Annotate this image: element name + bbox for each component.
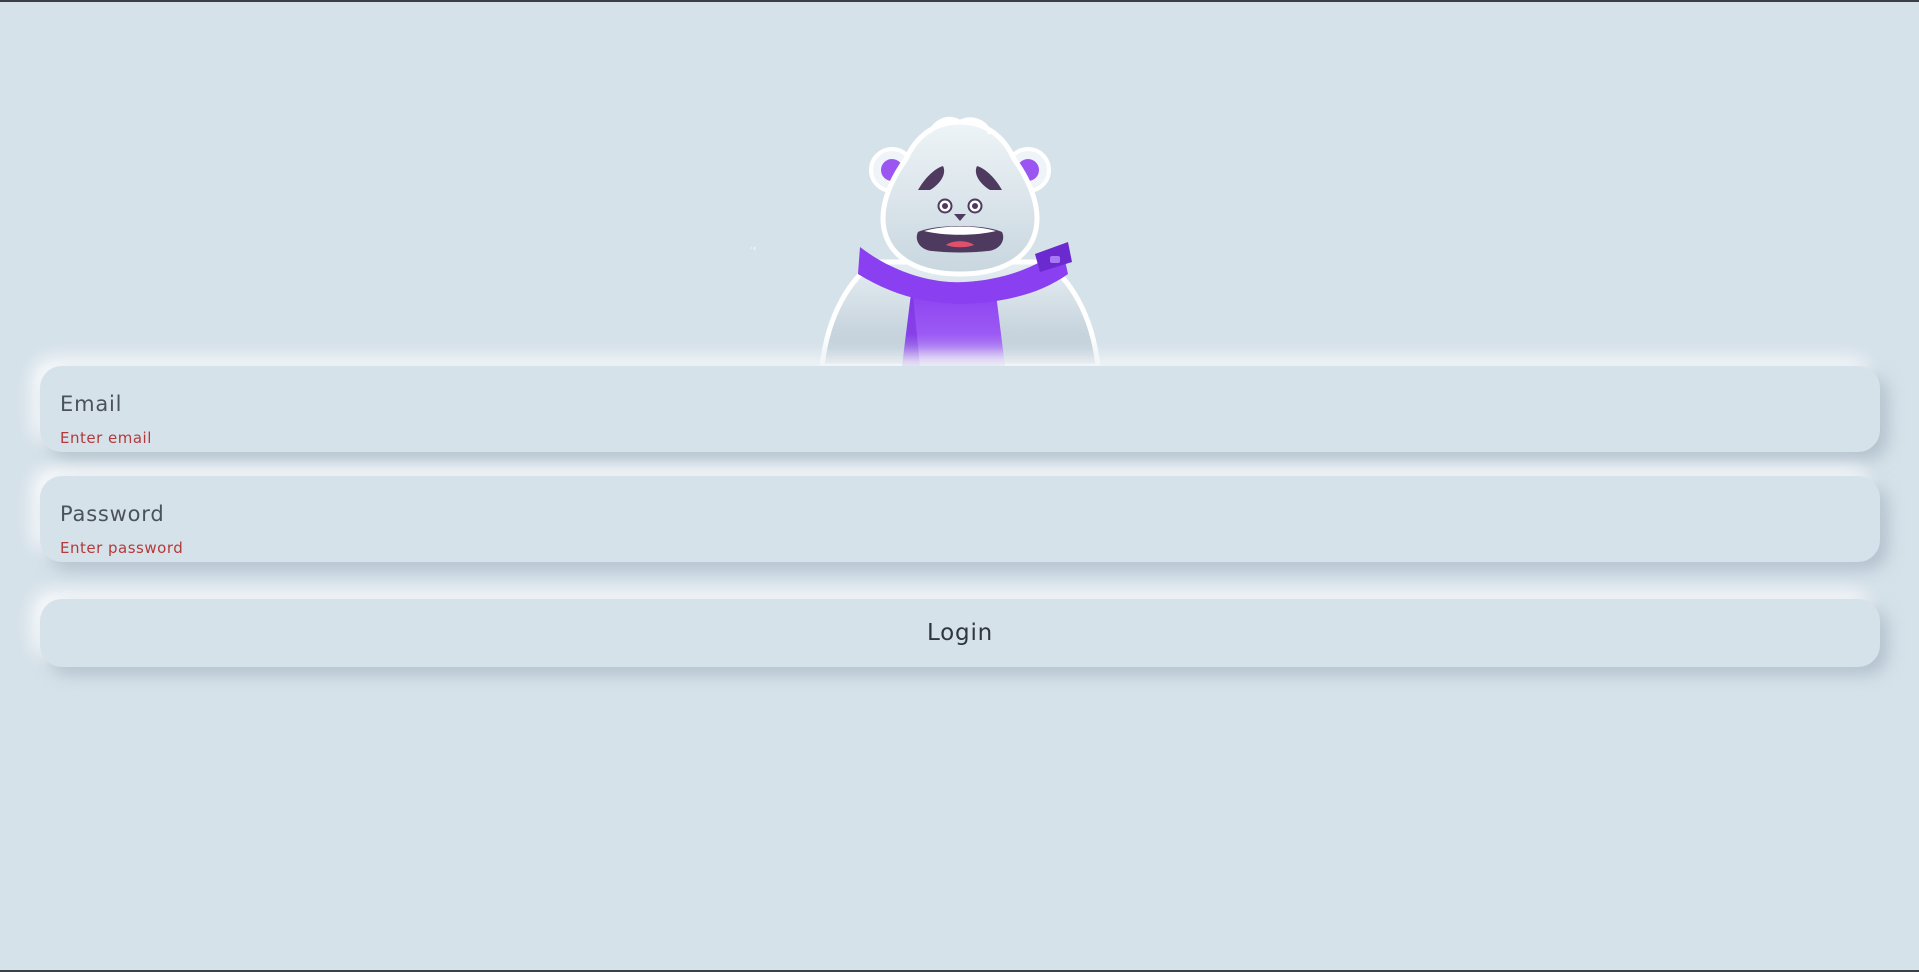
polar-bear-mascot-icon (800, 114, 1120, 366)
decorative-speck: ·‹ (750, 244, 757, 254)
password-error-message: Enter password (60, 539, 184, 557)
password-input[interactable] (40, 476, 1880, 538)
email-field[interactable]: Enter email (40, 366, 1880, 452)
password-field[interactable]: Enter password (40, 476, 1880, 562)
login-button[interactable]: Login (40, 599, 1880, 667)
email-error-message: Enter email (60, 429, 152, 447)
email-input[interactable] (40, 366, 1880, 428)
login-page: ·‹ Enter email Enter password Login (0, 2, 1919, 970)
